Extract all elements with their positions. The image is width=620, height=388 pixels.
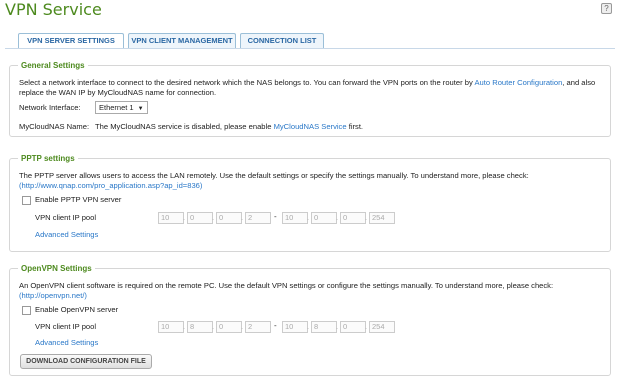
tab-vpn-client-management[interactable]: VPN CLIENT MANAGEMENT [128, 33, 236, 48]
tab-connection-list[interactable]: CONNECTION LIST [240, 33, 324, 48]
ip-octet-input[interactable]: 0 [216, 212, 242, 224]
pptp-pool-label: VPN client IP pool [35, 213, 97, 222]
page-title: VPN Service [5, 0, 102, 19]
interface-label: Network Interface: [19, 103, 81, 112]
ip-octet-input[interactable]: 254 [369, 321, 395, 333]
download-configuration-button[interactable]: DOWNLOAD CONFIGURATION FILE [20, 354, 152, 369]
auto-router-config-link[interactable]: Auto Router Configuration [474, 78, 562, 87]
openvpn-info-link[interactable]: (http://openvpn.net/) [19, 291, 87, 301]
enable-openvpn-label: Enable OpenVPN server [35, 305, 119, 314]
ip-octet-input[interactable]: 10 [282, 321, 308, 333]
chevron-down-icon: ▼ [137, 106, 144, 112]
openvpn-pool-label: VPN client IP pool [35, 322, 97, 331]
mycloud-service-link[interactable]: MyCloudNAS Service [274, 122, 347, 131]
pptp-advanced-settings-link[interactable]: Advanced Settings [35, 230, 98, 240]
ip-octet-input[interactable]: 2 [245, 212, 271, 224]
ip-octet-input[interactable]: 10 [158, 212, 184, 224]
ip-octet-input[interactable]: 2 [245, 321, 271, 333]
general-description-line2: replace the WAN IP by MyCloudNAS name fo… [19, 88, 217, 97]
enable-pptp-label: Enable PPTP VPN server [35, 195, 122, 204]
ip-octet-input[interactable]: 0 [340, 321, 366, 333]
ip-octet-input[interactable]: 254 [369, 212, 395, 224]
openvpn-description: An OpenVPN client software is required o… [19, 281, 554, 290]
ip-octet-input[interactable]: 0 [187, 212, 213, 224]
pptp-description: The PPTP server allows users to access t… [19, 171, 529, 180]
tab-divider [5, 48, 615, 49]
section-title: General Settings [21, 61, 85, 70]
tab-vpn-server-settings[interactable]: VPN SERVER SETTINGS [18, 33, 124, 49]
ip-octet-input[interactable]: 0 [311, 212, 337, 224]
ip-octet-input[interactable]: 0 [340, 212, 366, 224]
mycloud-label: MyCloudNAS Name: [19, 122, 90, 131]
section-title: OpenVPN Settings [21, 264, 92, 273]
network-interface-select[interactable]: Ethernet 1 ▼ [95, 101, 148, 114]
general-description: Select a network interface to connect to… [19, 78, 596, 87]
ip-octet-input[interactable]: 8 [187, 321, 213, 333]
openvpn-advanced-settings-link[interactable]: Advanced Settings [35, 338, 98, 348]
section-title: PPTP settings [21, 154, 75, 163]
ip-octet-input[interactable]: 8 [311, 321, 337, 333]
ip-octet-input[interactable]: 10 [282, 212, 308, 224]
pptp-info-link[interactable]: (http://www.qnap.com/pro_application.asp… [19, 181, 202, 191]
enable-openvpn-checkbox[interactable] [22, 306, 31, 315]
ip-octet-input[interactable]: 10 [158, 321, 184, 333]
mycloud-status: The MyCloudNAS service is disabled, plea… [95, 122, 364, 131]
enable-pptp-checkbox[interactable] [22, 196, 31, 205]
help-icon[interactable]: ? [601, 3, 612, 14]
ip-octet-input[interactable]: 0 [216, 321, 242, 333]
